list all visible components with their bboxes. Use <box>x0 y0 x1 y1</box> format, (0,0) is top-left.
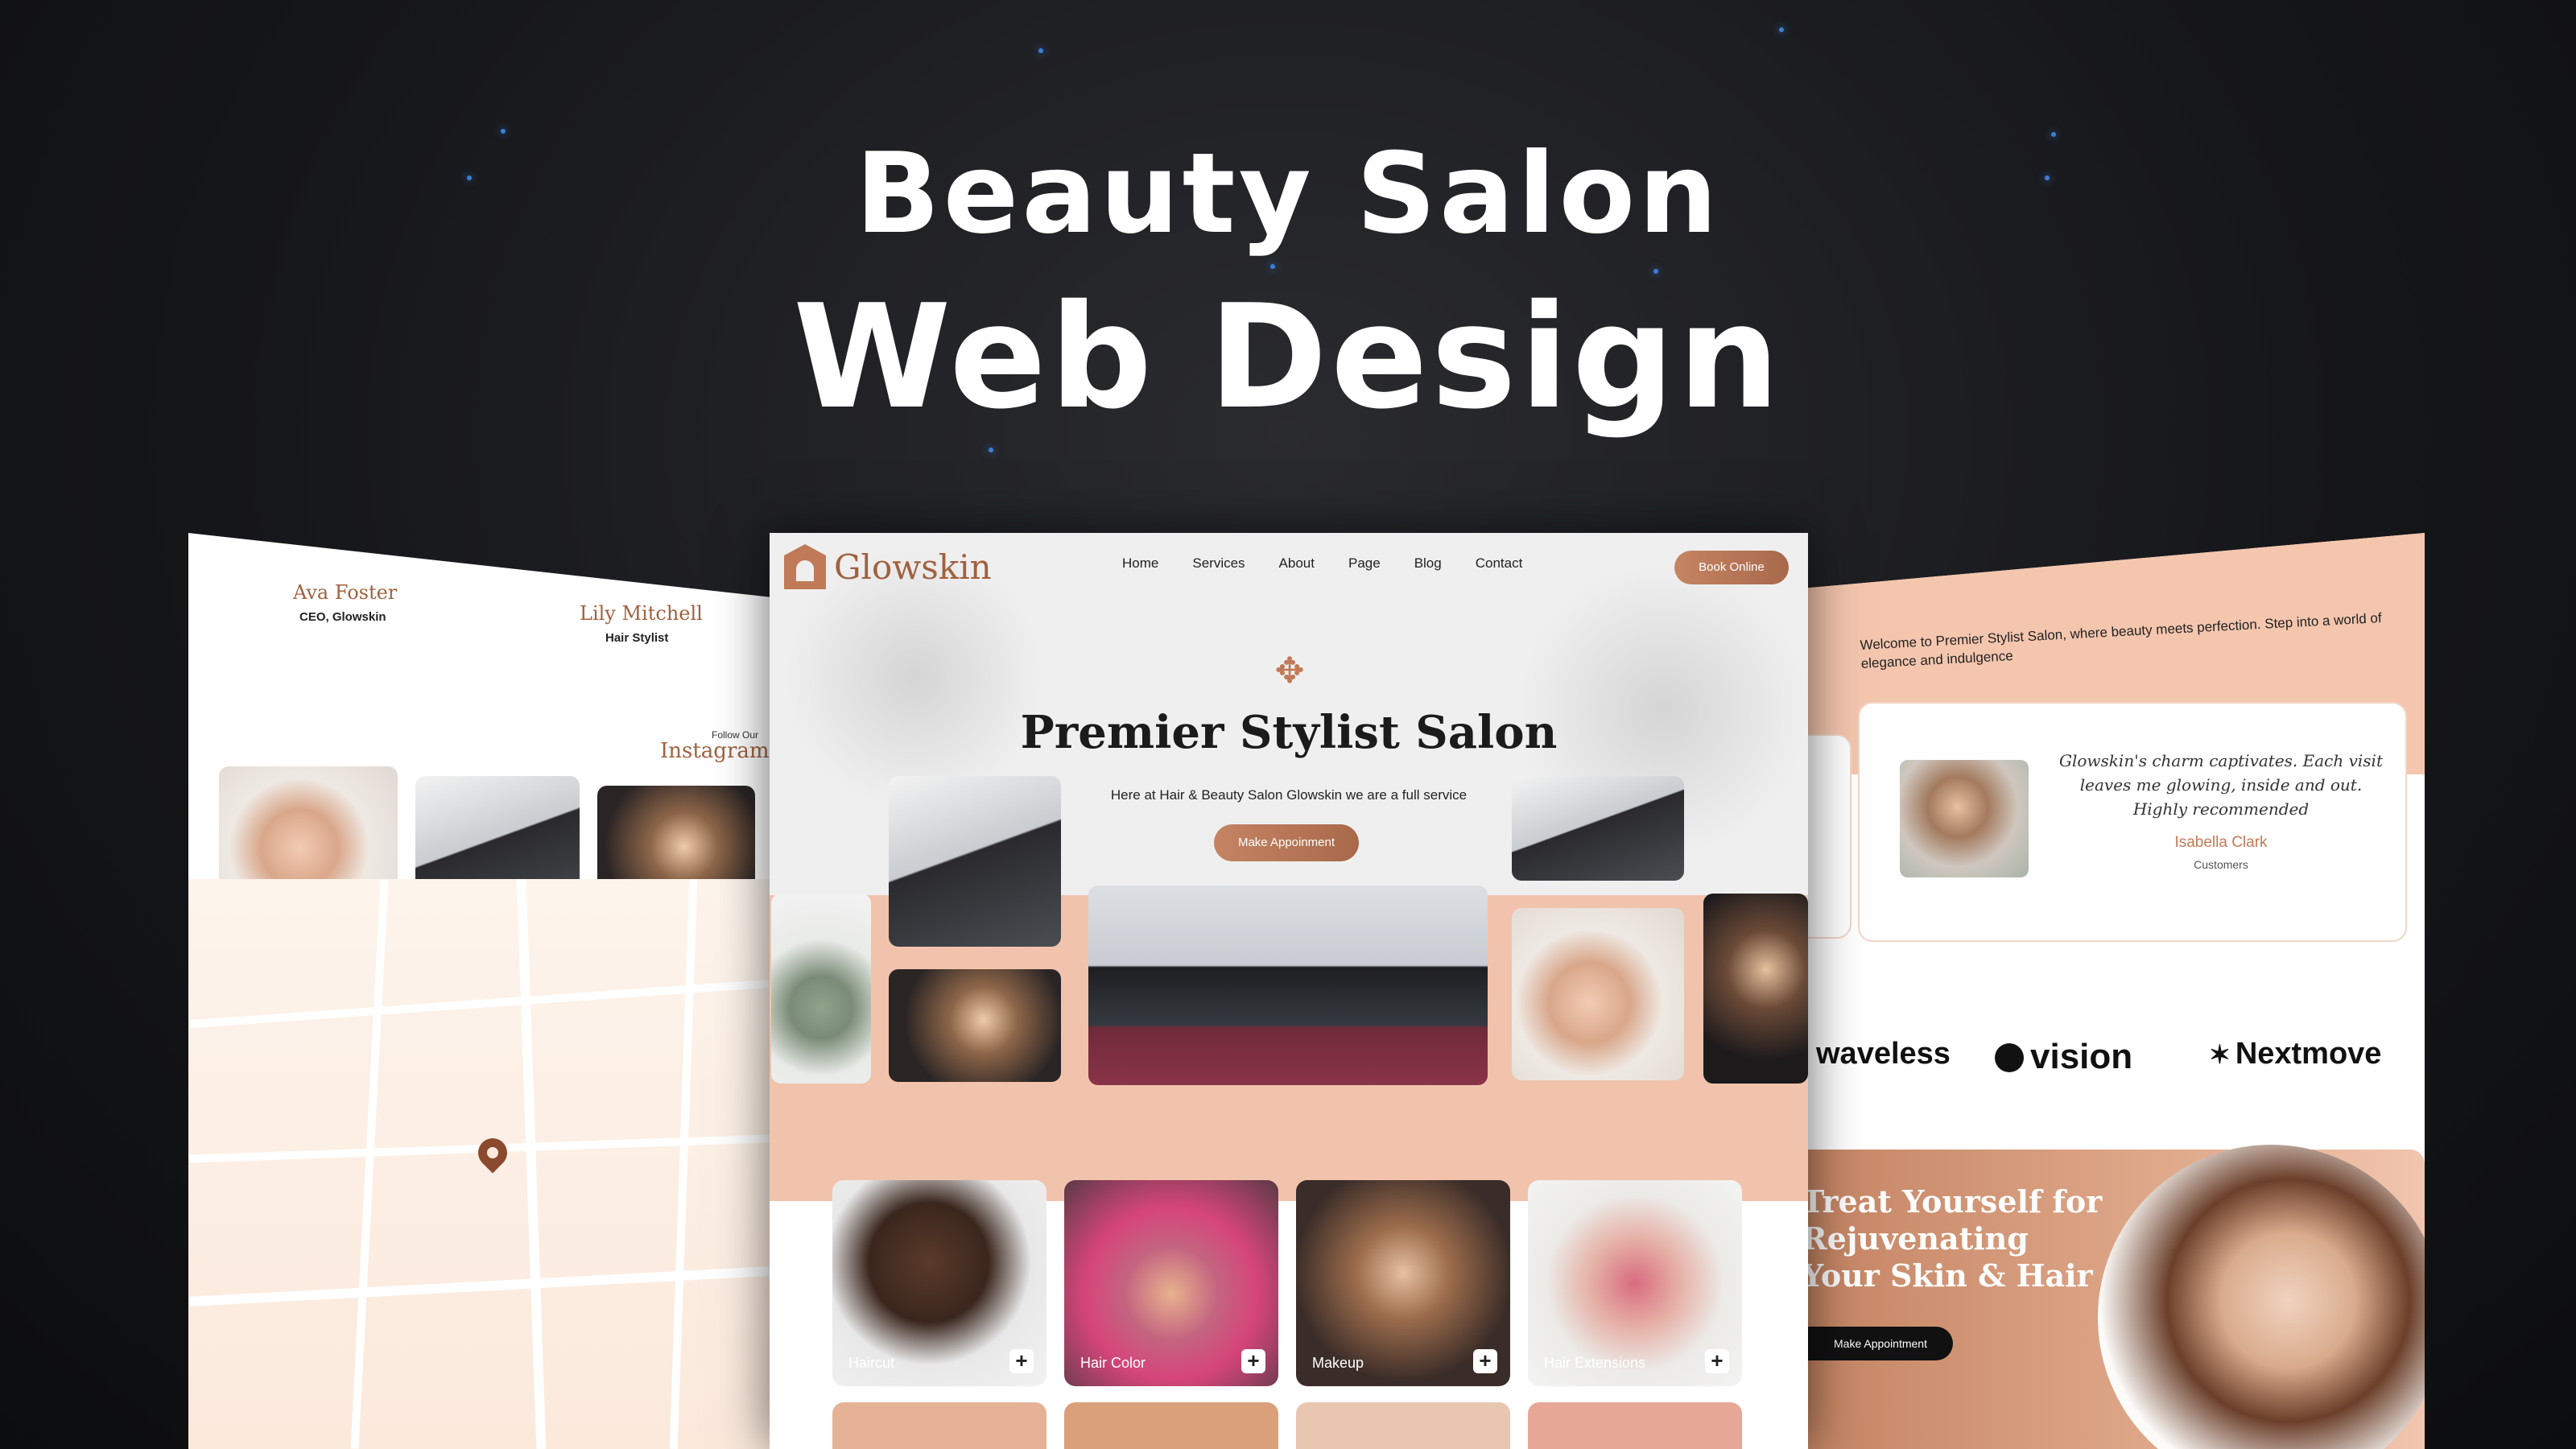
plus-icon[interactable]: + <box>1241 1349 1265 1373</box>
star-dot <box>1038 48 1043 53</box>
brand-name: vision <box>2030 1037 2133 1076</box>
testimonial-author: Isabella Clark <box>2174 834 2268 851</box>
menu-item-home[interactable]: Home <box>1122 555 1158 572</box>
make-appointment-button[interactable]: Make Appointment <box>1808 1327 1953 1360</box>
service-label: Hair Color <box>1080 1355 1146 1371</box>
service-card[interactable] <box>832 1402 1046 1449</box>
headline-line1: Beauty Salon <box>855 129 1721 258</box>
testimonial-card: Glowskin's charm captivates. Each visit … <box>1858 702 2407 942</box>
testimonial-card-prev <box>1808 734 1852 939</box>
testimonial-role: Customers <box>2194 858 2248 871</box>
service-card-hair-extensions[interactable]: Hair Extensions + <box>1528 1180 1742 1386</box>
menu-item-blog[interactable]: Blog <box>1414 555 1442 572</box>
menu-item-contact[interactable]: Contact <box>1476 555 1523 572</box>
menu-item-services[interactable]: Services <box>1192 555 1245 572</box>
team-role: Hair Stylist <box>605 631 669 645</box>
star-dot <box>1270 264 1275 269</box>
top-nav: Glowskin Home Services About Page Blog C… <box>770 533 1808 604</box>
plus-icon[interactable]: + <box>1705 1349 1729 1373</box>
flower-ornament-icon: ✥ <box>1274 651 1305 691</box>
service-card-haircut[interactable]: Haircut + <box>832 1180 1046 1386</box>
menu-item-about[interactable]: About <box>1279 555 1315 572</box>
menu-item-page[interactable]: Page <box>1348 555 1381 572</box>
star-dot <box>989 448 993 452</box>
star-dot <box>1779 27 1784 32</box>
gallery-photo <box>889 969 1061 1082</box>
book-online-button[interactable]: Book Online <box>1674 551 1789 584</box>
service-label: Haircut <box>848 1355 895 1371</box>
brand-logo[interactable]: Glowskin <box>784 544 992 589</box>
logo-house-icon <box>784 544 826 589</box>
hero-title: Premier Stylist Salon <box>1020 706 1558 759</box>
brand-logo-waveless: waveless <box>1808 1037 1951 1071</box>
center-page-mockup: Glowskin Home Services About Page Blog C… <box>770 533 1808 1449</box>
salon-interior-photo <box>1088 886 1488 1085</box>
service-card[interactable] <box>1296 1402 1510 1449</box>
team-name: Lily Mitchell <box>580 602 703 625</box>
location-map[interactable] <box>188 879 770 1449</box>
plus-icon[interactable]: + <box>1473 1349 1497 1373</box>
gallery-photo <box>889 776 1061 947</box>
cta-title: Treat Yourself for Rejuvenating Your Ski… <box>1808 1183 2103 1294</box>
service-label: Makeup <box>1312 1355 1364 1371</box>
gallery-photo <box>1512 776 1684 881</box>
logo-text: Glowskin <box>834 547 992 587</box>
headline-line2: Web Design <box>793 274 1783 440</box>
service-label: Hair Extensions <box>1544 1355 1646 1371</box>
brand-name: waveless <box>1816 1037 1951 1071</box>
nextmove-icon: ✶ <box>2209 1040 2231 1069</box>
service-card-hair-color[interactable]: Hair Color + <box>1064 1180 1278 1386</box>
plus-icon[interactable]: + <box>1009 1349 1034 1373</box>
gallery-photo <box>1512 908 1684 1080</box>
vision-icon <box>1995 1043 2024 1072</box>
make-appointment-button[interactable]: Make Appoinment <box>1214 824 1359 861</box>
left-page-mockup: Ava Foster CEO, Glowskin Lily Mitchell H… <box>188 533 770 1449</box>
service-card[interactable] <box>1528 1402 1742 1449</box>
main-menu: Home Services About Page Blog Contact <box>1122 555 1522 572</box>
testimonial-quote: Glowskin's charm captivates. Each visit … <box>2059 751 2383 819</box>
gallery-photo <box>1703 894 1808 1084</box>
gallery-photo <box>771 894 871 1084</box>
right-page-mockup: Welcome to Premier Stylist Salon, where … <box>1808 533 2425 1449</box>
brand-logo-vision: vision <box>1995 1037 2132 1077</box>
brand-logo-nextmove: ✶ Nextmove <box>2209 1037 2381 1071</box>
brand-name: Nextmove <box>2235 1037 2382 1071</box>
service-card[interactable] <box>1064 1402 1278 1449</box>
team-role: CEO, Glowskin <box>299 610 386 624</box>
service-card-makeup[interactable]: Makeup + <box>1296 1180 1510 1386</box>
customer-photo <box>1900 760 2029 877</box>
team-name: Ava Foster <box>293 581 398 604</box>
instagram-label: Instagram <box>660 739 770 763</box>
